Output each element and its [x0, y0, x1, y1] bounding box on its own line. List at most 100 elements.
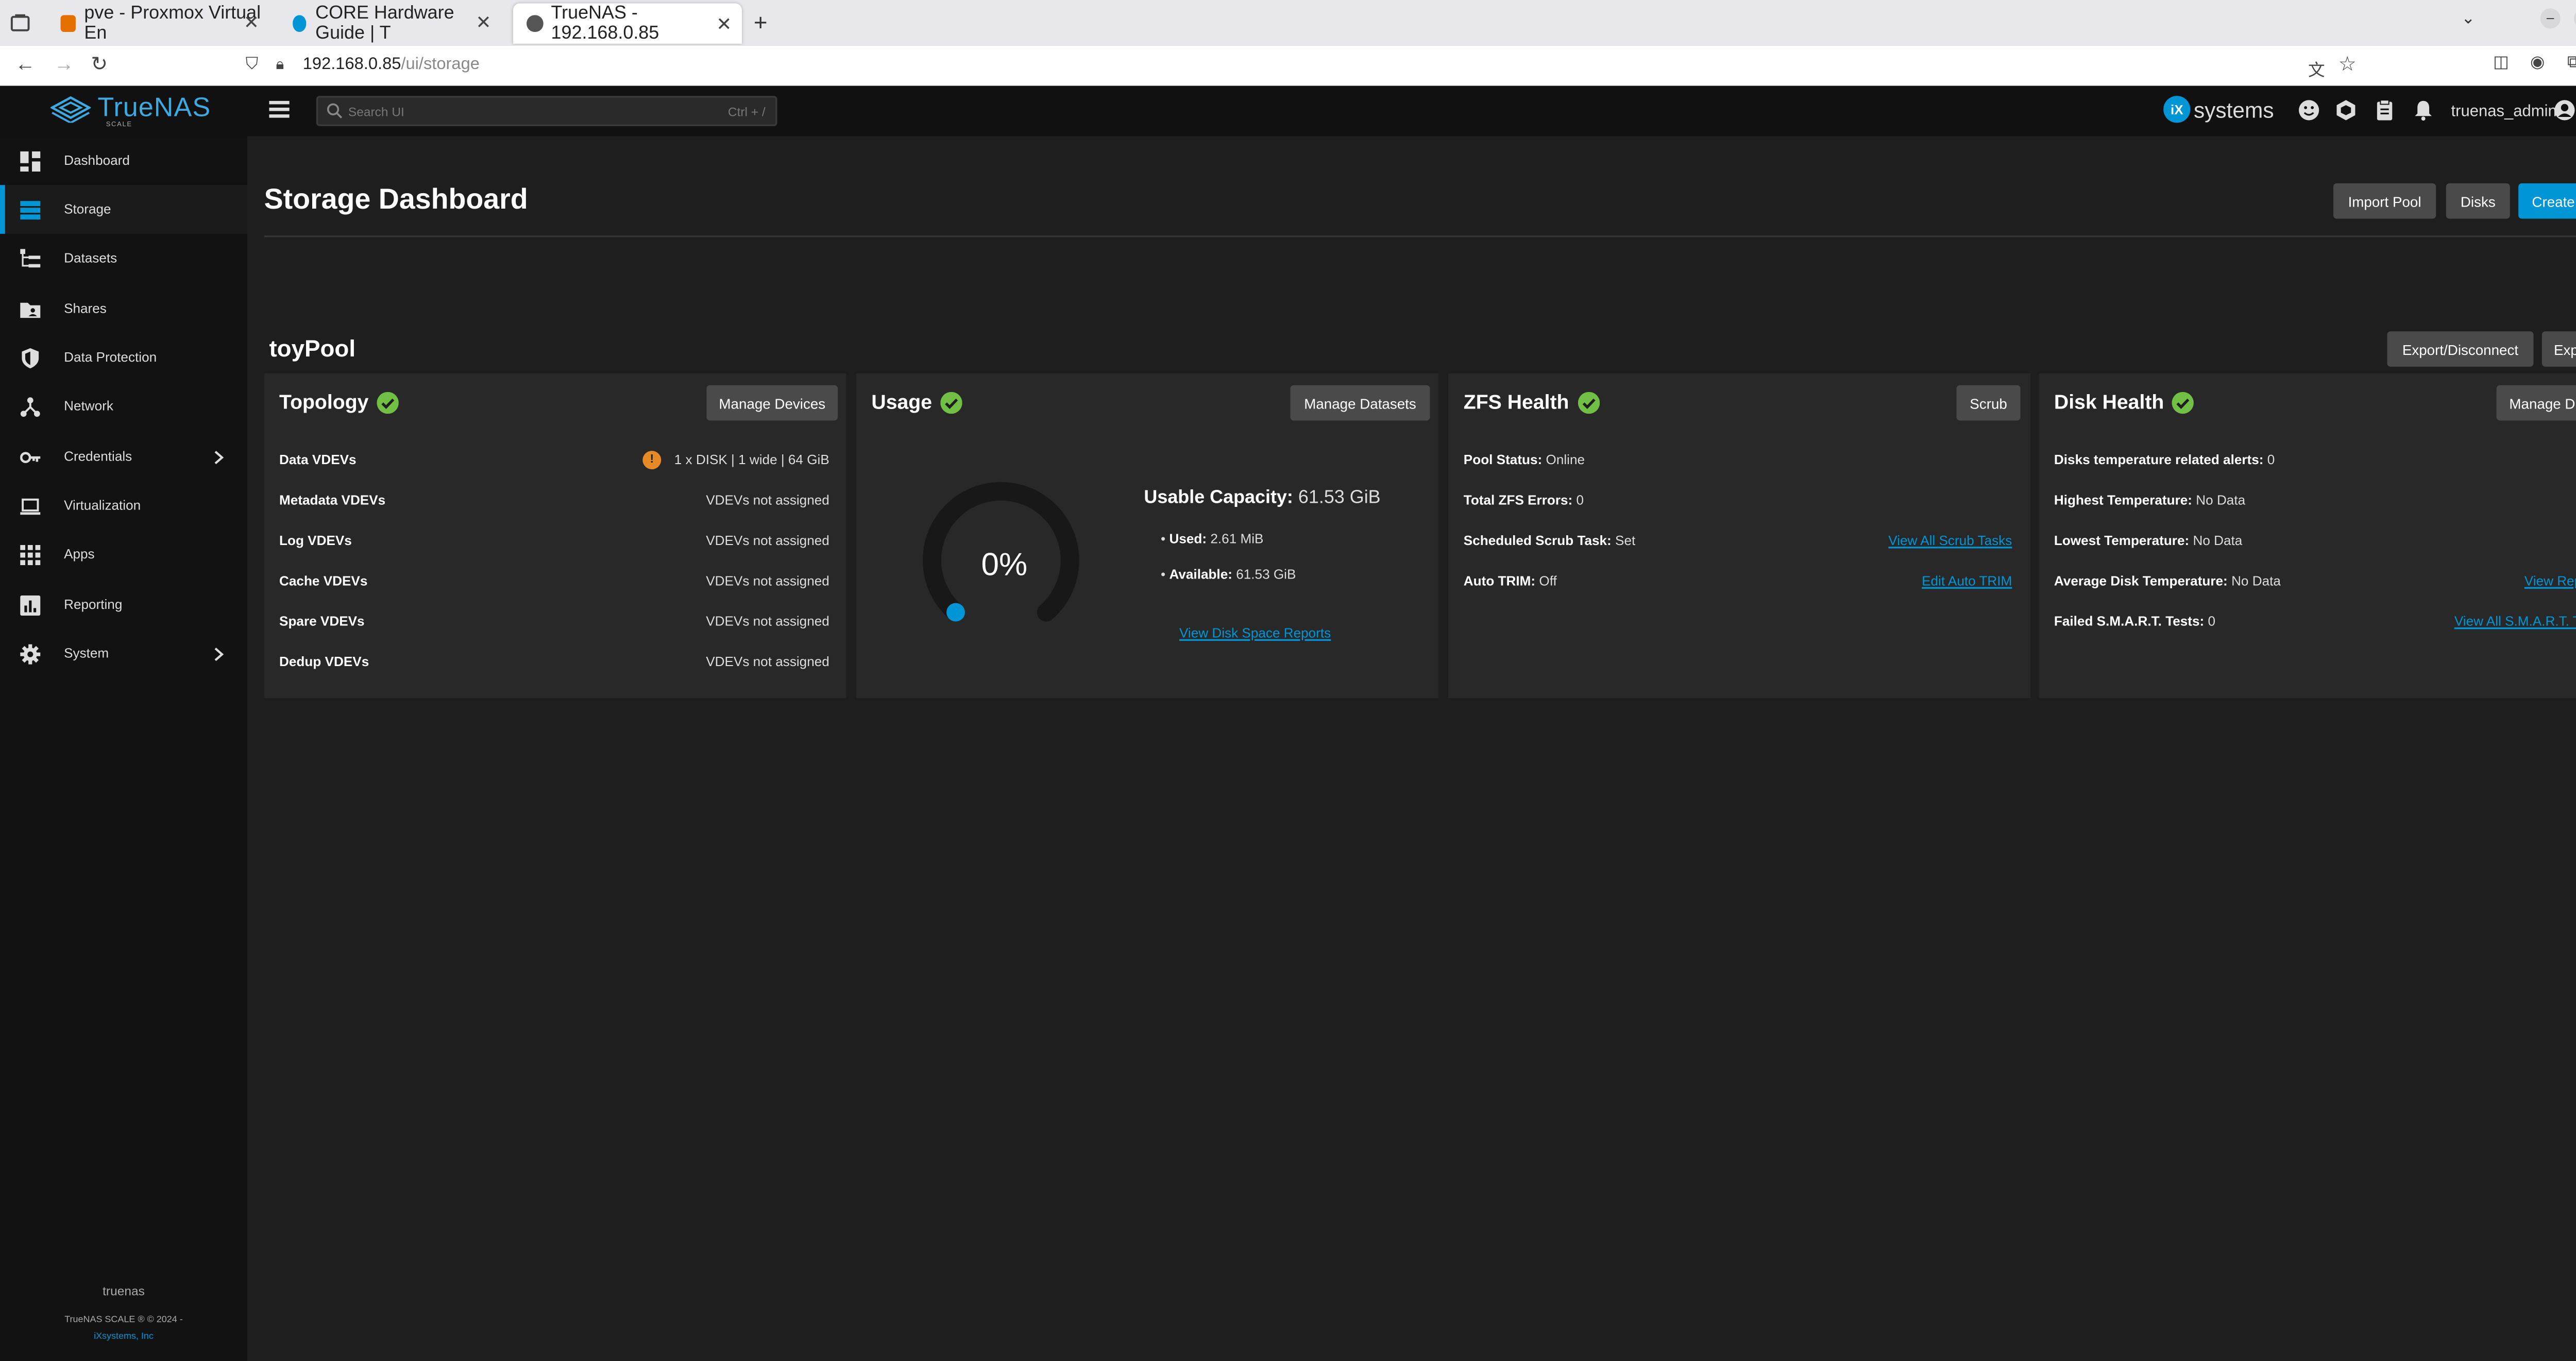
- check-circle-icon: [940, 391, 962, 413]
- zfs-row: Scheduled Scrub Task: Set: [1463, 533, 1636, 549]
- check-circle-icon: [1577, 391, 1600, 413]
- view-all-scrub-tasks-link[interactable]: View All Scrub Tasks: [1888, 533, 2012, 548]
- bookmark-star-icon[interactable]: ☆: [2338, 52, 2357, 76]
- expand-button[interactable]: Expand: [2541, 331, 2576, 367]
- truenas-logo-icon: [50, 96, 91, 123]
- topology-row-value: VDEVs not assigned: [706, 573, 829, 589]
- export-disconnect-button[interactable]: Export/Disconnect: [2387, 331, 2534, 367]
- screen: pve - Proxmox Virtual En ✕ CORE Hardware…: [0, 0, 2576, 1361]
- shield-icon: [22, 347, 39, 368]
- view-disk-space-reports-link[interactable]: View Disk Space Reports: [1179, 626, 1331, 641]
- topology-row-label: Cache VDEVs: [279, 573, 368, 589]
- sidebar-item-system[interactable]: System: [0, 629, 247, 678]
- shared-folder-icon: [20, 302, 41, 317]
- ixsystems-logo[interactable]: iX systems: [2163, 96, 2274, 123]
- extensions-icon[interactable]: ⧉: [2567, 54, 2576, 72]
- tab-truenas[interactable]: TrueNAS - 192.168.0.85 ✕: [513, 3, 742, 44]
- sidebar-item-credentials[interactable]: Credentials: [0, 432, 247, 481]
- back-icon[interactable]: ←: [15, 52, 35, 76]
- close-tab-icon[interactable]: ✕: [716, 12, 732, 35]
- sidebar-item-dashboard[interactable]: Dashboard: [0, 136, 247, 185]
- notifications-bell-icon[interactable]: [2412, 99, 2434, 121]
- sidebar-item-network[interactable]: Network: [0, 382, 247, 431]
- topology-row-value: VDEVs not assigned: [706, 492, 829, 508]
- list-tabs-icon[interactable]: ⌄: [2461, 10, 2475, 29]
- topology-row-label: Metadata VDEVs: [279, 492, 386, 508]
- translate-icon[interactable]: 文: [2308, 56, 2325, 81]
- tab-overview-icon[interactable]: [10, 13, 30, 32]
- sidebar-item-data-protection[interactable]: Data Protection: [0, 333, 247, 382]
- tab-proxmox[interactable]: pve - Proxmox Virtual En ✕: [47, 0, 269, 45]
- sidebar-item-shares[interactable]: Shares: [0, 284, 247, 333]
- gear-icon: [20, 643, 41, 664]
- disks-button[interactable]: Disks: [2446, 183, 2510, 219]
- dashboard-icon: [20, 150, 41, 171]
- zfs-row: Pool Status: Online: [1463, 452, 1585, 468]
- topology-row-label: Spare VDEVs: [279, 614, 365, 630]
- usable-capacity: Usable Capacity: 61.53 GiB: [1144, 487, 1381, 508]
- sidebar-item-apps[interactable]: Apps: [0, 530, 247, 579]
- key-icon: [20, 451, 41, 463]
- bar-chart-icon: [20, 594, 41, 615]
- forward-icon[interactable]: →: [54, 52, 74, 76]
- sidebar-item-reporting[interactable]: Reporting: [0, 581, 247, 630]
- topology-row-value: VDEVs not assigned: [706, 654, 829, 670]
- tab-core-hardware[interactable]: CORE Hardware Guide | T ✕: [279, 0, 501, 45]
- storage-icon: [20, 200, 41, 219]
- datasets-tree-icon: [20, 248, 41, 267]
- disk-row: Disks temperature related alerts: 0: [2054, 452, 2275, 468]
- usage-percent: 0%: [981, 548, 1028, 584]
- new-tab-icon[interactable]: +: [754, 8, 768, 35]
- manage-datasets-button[interactable]: Manage Datasets: [1290, 385, 1430, 421]
- chevron-right-icon: [214, 450, 224, 464]
- account-circle-icon[interactable]: [2554, 99, 2575, 121]
- view-reports-link[interactable]: View Reports: [2524, 573, 2576, 588]
- truenas-logo[interactable]: TrueNAS SCALE: [50, 94, 211, 128]
- sidebar-item-storage[interactable]: Storage: [0, 185, 247, 234]
- scrub-button[interactable]: Scrub: [1956, 385, 2021, 421]
- shield-icon: ⛉: [245, 55, 259, 74]
- zfs-row: Auto TRIM: Off: [1463, 573, 1557, 589]
- disk-row: Average Disk Temperature: No Data: [2054, 573, 2281, 589]
- used-row: • Used: 2.61 MiB: [1161, 531, 1264, 547]
- truenas-tab-icon: [527, 15, 543, 32]
- zfs-row: Total ZFS Errors: 0: [1463, 492, 1584, 508]
- lock-icon: 🔒︎: [276, 55, 284, 73]
- minimize-icon[interactable]: –: [2540, 8, 2561, 29]
- available-row: • Available: 61.53 GiB: [1161, 567, 1296, 582]
- topology-row-label: Data VDEVs: [279, 452, 357, 468]
- manage-disks-button[interactable]: Manage Disks: [2496, 385, 2576, 421]
- address-bar[interactable]: 192.168.0.85/ui/storage: [303, 56, 480, 74]
- manage-devices-button[interactable]: Manage Devices: [706, 385, 838, 421]
- close-tab-icon[interactable]: ✕: [244, 12, 259, 33]
- feedback-icon[interactable]: [2298, 99, 2319, 121]
- check-circle-icon: [377, 391, 399, 413]
- topology-row-label: Log VDEVs: [279, 533, 352, 549]
- account-icon[interactable]: ◉: [2530, 54, 2545, 72]
- disk-health-title: Disk Health: [2054, 390, 2195, 414]
- company-link[interactable]: iXsystems, Inc: [0, 1332, 247, 1342]
- import-pool-button[interactable]: Import Pool: [2333, 183, 2436, 219]
- disk-row: Highest Temperature: No Data: [2054, 492, 2246, 508]
- usage-title: Usage: [871, 390, 962, 414]
- sidebar-item-virtualization[interactable]: Virtualization: [0, 481, 247, 530]
- truecommand-icon[interactable]: [2335, 99, 2357, 121]
- laptop-icon: [20, 498, 41, 514]
- sidebar-item-datasets[interactable]: Datasets: [0, 234, 247, 283]
- create-pool-button[interactable]: Create Pool: [2518, 183, 2576, 219]
- edit-auto-trim-link[interactable]: Edit Auto TRIM: [1922, 573, 2012, 588]
- sidebar-toggle-icon[interactable]: [269, 100, 290, 118]
- username-label[interactable]: truenas_admin: [2451, 103, 2557, 121]
- network-hub-icon: [20, 396, 40, 416]
- view-all-smart-tests-link[interactable]: View All S.M.A.R.T. Tests: [2454, 614, 2576, 629]
- topology-row-value: 1 x DISK | 1 wide | 64 GiB: [674, 452, 829, 468]
- reload-icon[interactable]: ↻: [91, 52, 108, 76]
- truenas-tab-icon: [293, 14, 307, 31]
- topology-row-value: VDEVs not assigned: [706, 533, 829, 549]
- pocket-icon[interactable]: ◫: [2493, 54, 2509, 72]
- close-tab-icon[interactable]: ✕: [476, 12, 491, 33]
- jobs-clipboard-icon[interactable]: [2374, 99, 2395, 121]
- restore-icon[interactable]: ▫: [2573, 8, 2576, 29]
- search-input[interactable]: Search UI Ctrl + /: [316, 96, 777, 126]
- browser-nav-bar: ← → ↻ ⛉ 🔒︎ 192.168.0.85/ui/storage 文 ☆ ◫…: [0, 45, 2576, 88]
